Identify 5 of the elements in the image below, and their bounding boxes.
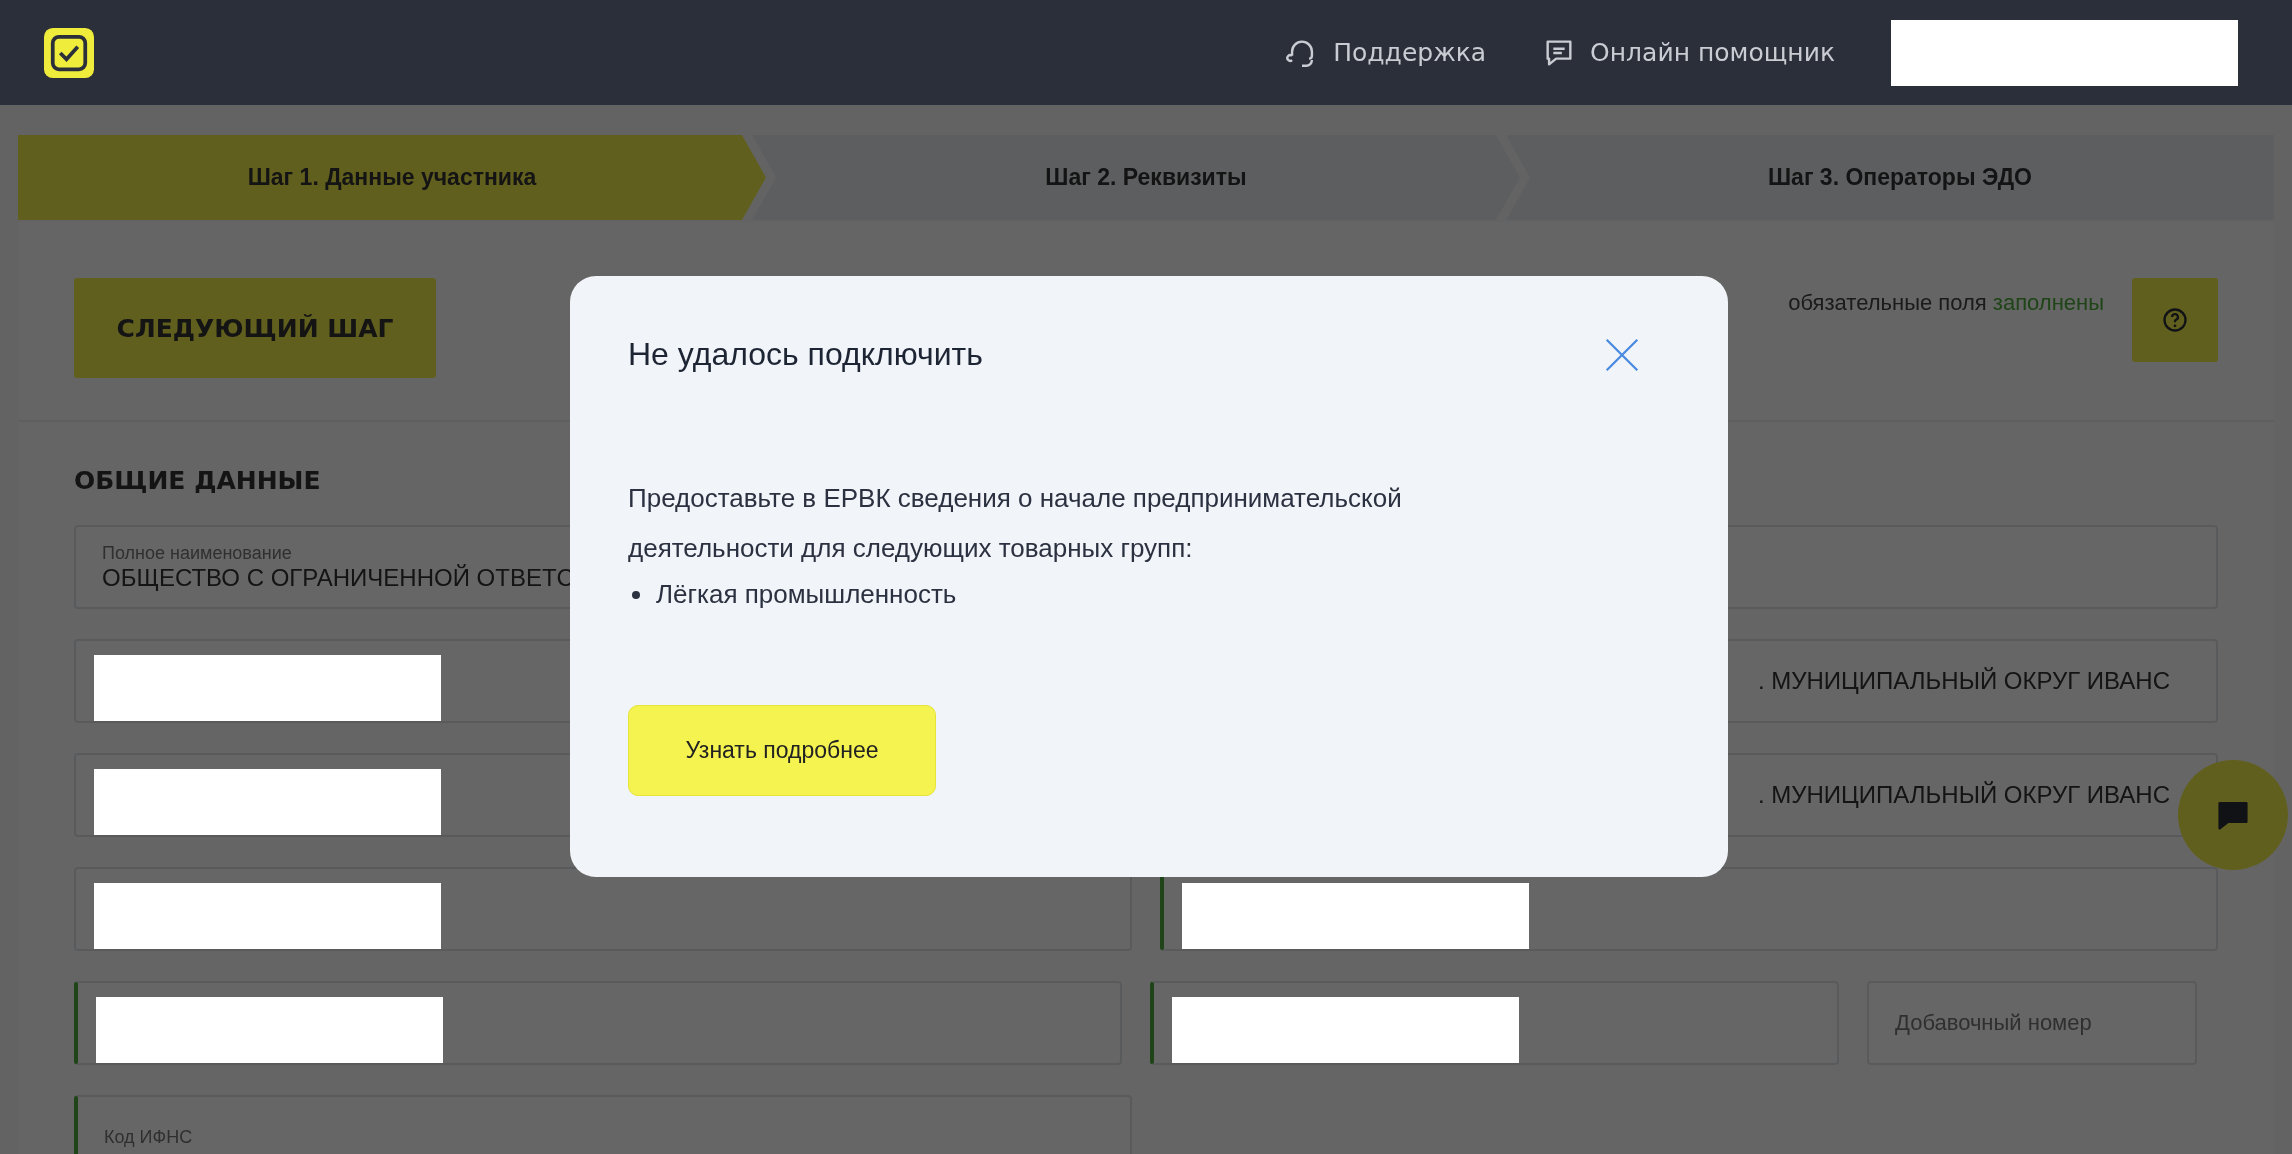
dialog-title: Не удалось подключить — [628, 336, 983, 373]
dialog-message: Предоставьте в ЕРВК сведения о начале предпринимательской деятельности для следующих товарных групп: — [628, 482, 1403, 565]
status-text: обязательные поля заполнены — [1788, 290, 2104, 317]
list-item: Лёгкая промышленность — [656, 579, 957, 610]
section-title: ОБЩИЕ ДАННЫЕ — [74, 466, 321, 495]
